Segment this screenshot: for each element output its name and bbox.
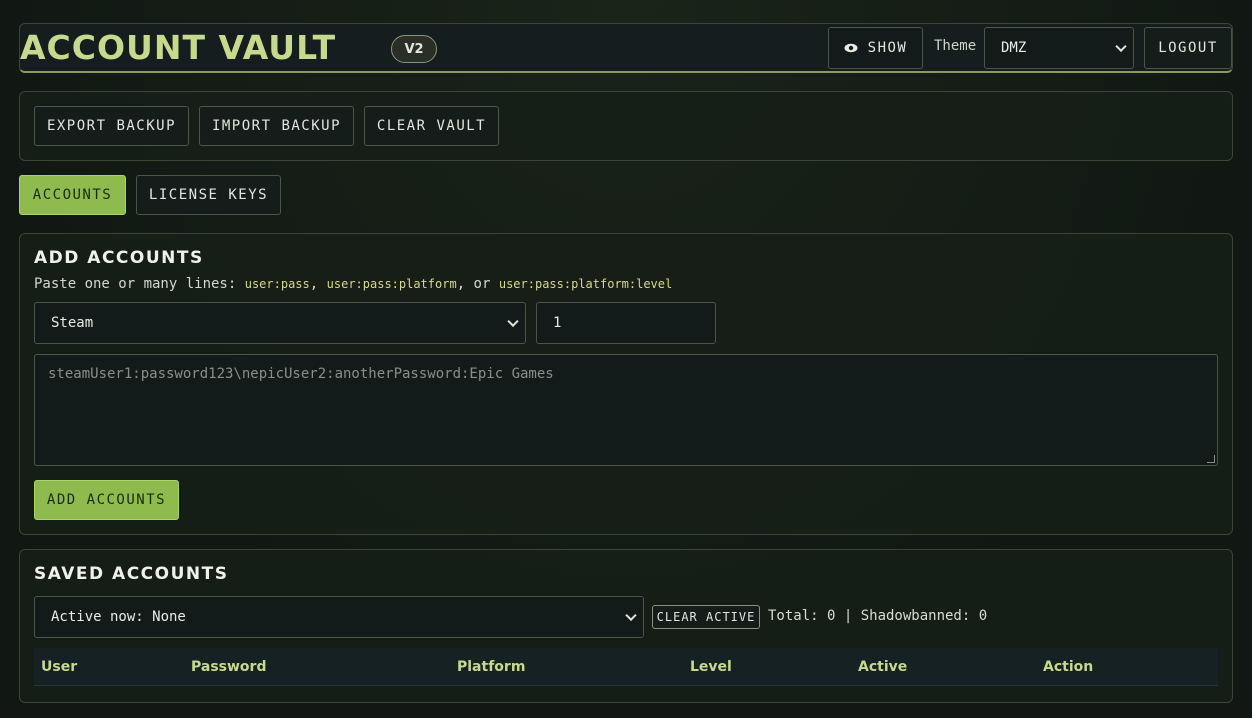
level-input[interactable]: 1 (536, 302, 716, 344)
export-backup-label: EXPORT BACKUP (46, 118, 177, 134)
chevron-down-icon (1115, 40, 1127, 53)
show-button[interactable]: SHOW (828, 27, 923, 69)
column-header-active: Active (858, 659, 908, 675)
clear-vault-button[interactable]: CLEAR VAULT (364, 106, 499, 146)
logout-label: LOGOUT (1158, 40, 1218, 56)
tab-accounts[interactable]: ACCOUNTS (19, 175, 126, 215)
format-hint: Paste one or many lines: user:pass, user… (34, 276, 672, 292)
tab-accounts-label: ACCOUNTS (32, 187, 113, 203)
add-accounts-button[interactable]: ADD ACCOUNTS (34, 480, 179, 520)
accounts-textarea[interactable]: steamUser1:password123\nepicUser2:anothe… (34, 354, 1218, 466)
platform-select[interactable]: Steam (34, 302, 526, 344)
account-stats: Total: 0 | Shadowbanned: 0 (768, 608, 988, 624)
clear-active-label: CLEAR ACTIVE (656, 610, 756, 624)
format-user-pass: user:pass (244, 277, 310, 291)
eye-icon (844, 43, 858, 53)
logout-button[interactable]: LOGOUT (1144, 27, 1232, 69)
chevron-down-icon (625, 609, 637, 622)
format-user-pass-platform: user:pass:platform (326, 277, 457, 291)
show-label: SHOW (867, 40, 908, 56)
column-header-password: Password (191, 659, 267, 675)
tab-license-keys[interactable]: LICENSE KEYS (136, 175, 281, 215)
resize-handle[interactable] (1207, 455, 1215, 463)
clear-active-button[interactable]: CLEAR ACTIVE (652, 605, 760, 629)
theme-label: Theme (934, 38, 977, 54)
column-header-level: Level (690, 659, 732, 675)
column-header-action: Action (1043, 659, 1094, 675)
column-header-user: User (41, 659, 78, 675)
platform-select-value: Steam (51, 315, 94, 331)
hint-separator: , (309, 276, 319, 292)
hint-separator: , or (456, 276, 491, 292)
clear-vault-label: CLEAR VAULT (376, 118, 487, 134)
import-backup-label: IMPORT BACKUP (211, 118, 342, 134)
version-badge: V2 (391, 35, 437, 63)
chevron-down-icon (507, 315, 519, 328)
import-backup-button[interactable]: IMPORT BACKUP (199, 106, 354, 146)
tab-license-keys-label: LICENSE KEYS (148, 187, 269, 203)
theme-select-value: DMZ (1001, 40, 1027, 56)
saved-accounts-heading: SAVED ACCOUNTS (34, 564, 229, 584)
active-account-select-value: Active now: None (51, 609, 186, 625)
hint-prefix: Paste one or many lines: (34, 276, 237, 292)
textarea-placeholder: steamUser1:password123\nepicUser2:anothe… (48, 366, 554, 382)
theme-select[interactable]: DMZ (984, 27, 1134, 69)
export-backup-button[interactable]: EXPORT BACKUP (34, 106, 189, 146)
accounts-table-header: User Password Platform Level Active Acti… (34, 648, 1218, 686)
add-accounts-heading: ADD ACCOUNTS (34, 248, 204, 268)
active-account-select[interactable]: Active now: None (34, 596, 644, 638)
add-accounts-button-label: ADD ACCOUNTS (46, 492, 167, 508)
column-header-platform: Platform (457, 659, 526, 675)
app-title: ACCOUNT VAULT (20, 28, 337, 67)
format-user-pass-platform-level: user:pass:platform:level (498, 277, 673, 291)
level-input-value: 1 (553, 315, 562, 331)
